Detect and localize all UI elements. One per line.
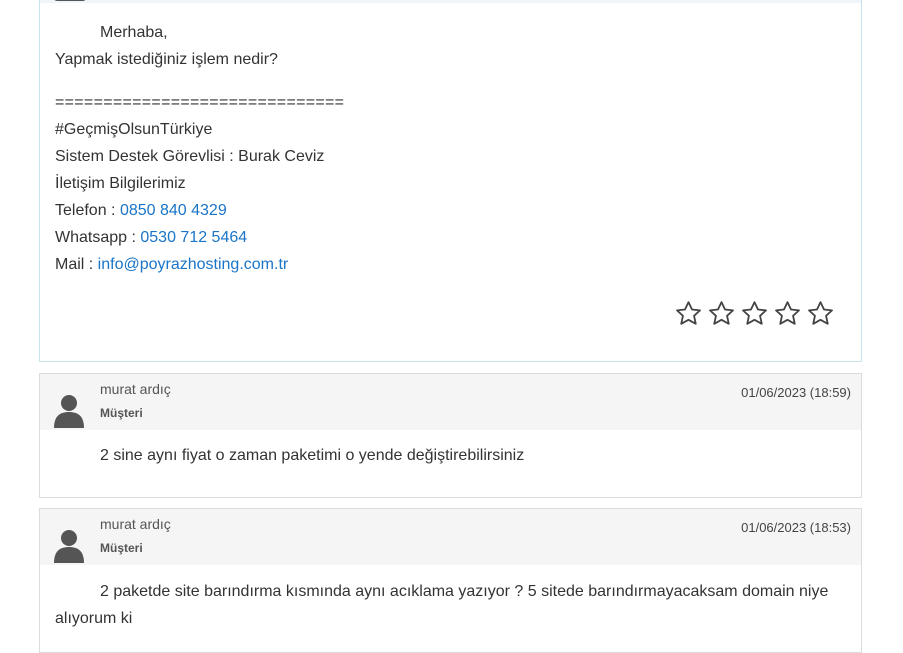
reply-date: 01/06/2023 (18:53)	[741, 520, 851, 535]
customer-reply-card: murat ardıç Müşteri 01/06/2023 (18:59) 2…	[39, 373, 862, 498]
mail-label: Mail :	[55, 256, 98, 273]
contact-heading: İletişim Bilgilerimiz	[55, 175, 186, 192]
mail-line: Mail : info@poyrazhosting.com.tr	[55, 251, 846, 278]
user-avatar-icon	[54, 395, 84, 428]
user-avatar-icon	[54, 530, 84, 563]
reply-author-name: murat ardıç	[100, 516, 171, 532]
reply-author-name: murat ardıç	[100, 381, 171, 397]
star-outline-icon[interactable]	[773, 299, 802, 328]
reply-line: 2 paketde site barındırma kısmında aynı …	[100, 583, 829, 600]
whatsapp-label: Whatsapp :	[55, 229, 141, 246]
rating-stars	[674, 299, 835, 328]
staff-message: Merhaba, Yapmak istediğiniz işlem nedir?…	[55, 19, 846, 278]
staff-reply-card: Merhaba, Yapmak istediğiniz işlem nedir?…	[39, 0, 862, 362]
greeting-text: Merhaba,	[100, 24, 168, 41]
hashtag-text: #GeçmişOlsunTürkiye	[55, 121, 213, 138]
separator-line: ==============================	[55, 94, 345, 111]
whatsapp-link[interactable]: 0530 712 5464	[140, 229, 247, 246]
mail-link[interactable]: info@poyrazhosting.com.tr	[98, 256, 289, 273]
phone-line: Telefon : 0850 840 4329	[55, 197, 846, 224]
star-outline-icon[interactable]	[740, 299, 769, 328]
reply-header: murat ardıç Müşteri 01/06/2023 (18:59)	[40, 374, 861, 430]
reply-date: 01/06/2023 (18:59)	[741, 385, 851, 400]
reply-author-role: Müşteri	[100, 406, 143, 420]
reply-message: 2 paketde site barındırma kısmında aynı …	[55, 578, 846, 632]
reply-header: murat ardıç Müşteri 01/06/2023 (18:53)	[40, 509, 861, 565]
phone-link[interactable]: 0850 840 4329	[120, 202, 227, 219]
star-outline-icon[interactable]	[674, 299, 703, 328]
reply-line: alıyorum ki	[55, 610, 133, 627]
whatsapp-line: Whatsapp : 0530 712 5464	[55, 224, 846, 251]
reply-author-role: Müşteri	[100, 541, 143, 555]
phone-label: Telefon :	[55, 202, 120, 219]
star-outline-icon[interactable]	[707, 299, 736, 328]
agent-line: Sistem Destek Görevlisi : Burak Ceviz	[55, 148, 325, 165]
reply-message: 2 sine aynı fiyat o zaman paketimi o yen…	[55, 442, 846, 469]
staff-reply-header	[40, 0, 861, 3]
staff-avatar-icon	[54, 0, 86, 1]
reply-line: 2 sine aynı fiyat o zaman paketimi o yen…	[100, 447, 525, 464]
customer-reply-card: murat ardıç Müşteri 01/06/2023 (18:53) 2…	[39, 508, 862, 653]
star-outline-icon[interactable]	[806, 299, 835, 328]
question-text: Yapmak istediğiniz işlem nedir?	[55, 51, 278, 68]
